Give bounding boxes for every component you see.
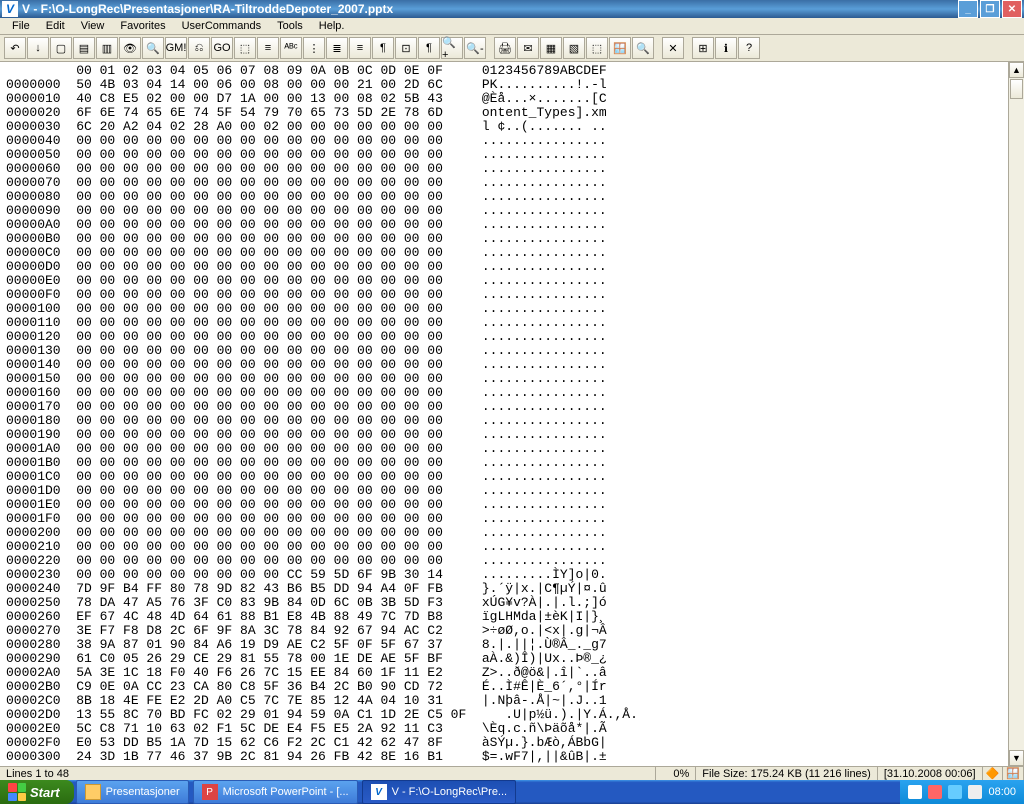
taskbar-task[interactable]: Presentasjoner [76,780,189,804]
toolbar-button-32[interactable]: ⊞ [692,37,714,59]
toolbar-button-1[interactable]: ↓ [27,37,49,59]
scroll-up-arrow-icon[interactable]: ▲ [1009,62,1024,78]
status-icon-a: 🔶 [983,767,1004,780]
toolbar-button-22[interactable]: 🖨 [494,37,516,59]
menu-help[interactable]: Help. [311,18,353,34]
toolbar-button-30[interactable]: ✕ [662,37,684,59]
menu-tools[interactable]: Tools [269,18,311,34]
toolbar-button-33[interactable]: ℹ [715,37,737,59]
toolbar-button-28[interactable]: 🔍 [632,37,654,59]
tray-icon[interactable] [968,785,982,799]
tray-icon[interactable] [928,785,942,799]
toolbar-button-15[interactable]: ≡ [349,37,371,59]
toolbar: ↶↓▢▤▥👁🔍GM!⎌GO⬚≡ᴬᴮᶜ⋮≣≡¶⊡¶🔍+🔍-🖨✉▦▧⬚🪟🔍✕⊞ℹ? [0,35,1024,62]
status-bar: Lines 1 to 48 0% File Size: 175.24 KB (1… [0,766,1024,780]
app-icon: V [2,1,18,17]
toolbar-button-27[interactable]: 🪟 [609,37,631,59]
toolbar-button-11[interactable]: ≡ [257,37,279,59]
toolbar-button-18[interactable]: ¶ [418,37,440,59]
vertical-scrollbar[interactable]: ▲ ▼ [1008,62,1024,766]
toolbar-button-6[interactable]: 🔍 [142,37,164,59]
toolbar-button-2[interactable]: ▢ [50,37,72,59]
toolbar-button-4[interactable]: ▥ [96,37,118,59]
status-icon-b: 🪟 [1003,767,1024,780]
task-label: V - F:\O-LongRec\Pre... [392,786,508,798]
window-title: V - F:\O-LongRec\Presentasjoner\RA-Tiltr… [22,2,958,16]
maximize-button[interactable]: ❐ [980,0,1000,18]
toolbar-button-9[interactable]: GO [211,37,233,59]
content-area: 00 01 02 03 04 05 06 07 08 09 0A 0B 0C 0… [0,62,1024,766]
toolbar-button-14[interactable]: ≣ [326,37,348,59]
scroll-track[interactable] [1009,78,1024,750]
toolbar-button-19[interactable]: 🔍+ [441,37,463,59]
status-datetime: [31.10.2008 00:06] [878,767,983,780]
toolbar-button-26[interactable]: ⬚ [586,37,608,59]
task-label: Presentasjoner [106,786,180,798]
toolbar-button-24[interactable]: ▦ [540,37,562,59]
toolbar-button-12[interactable]: ᴬᴮᶜ [280,37,302,59]
taskbar: Start Presentasjoner P Microsoft PowerPoin… [0,780,1024,804]
scroll-down-arrow-icon[interactable]: ▼ [1009,750,1024,766]
toolbar-button-23[interactable]: ✉ [517,37,539,59]
menu-file[interactable]: File [4,18,38,34]
toolbar-button-7[interactable]: GM! [165,37,187,59]
toolbar-button-5[interactable]: 👁 [119,37,141,59]
toolbar-button-13[interactable]: ⋮ [303,37,325,59]
menu-usercommands[interactable]: UserCommands [174,18,269,34]
toolbar-button-16[interactable]: ¶ [372,37,394,59]
folder-icon [85,784,101,800]
title-bar: V V - F:\O-LongRec\Presentasjoner\RA-Til… [0,0,1024,18]
status-lines: Lines 1 to 48 [0,767,656,780]
clock[interactable]: 08:00 [988,786,1016,798]
toolbar-button-20[interactable]: 🔍- [464,37,486,59]
toolbar-button-25[interactable]: ▧ [563,37,585,59]
start-label: Start [30,785,60,800]
hex-view[interactable]: 00 01 02 03 04 05 06 07 08 09 0A 0B 0C 0… [0,62,1008,766]
taskbar-task[interactable]: P Microsoft PowerPoint - [... [193,780,358,804]
toolbar-button-34[interactable]: ? [738,37,760,59]
tray-icon[interactable] [908,785,922,799]
status-filesize: File Size: 175.24 KB (11 216 lines) [696,767,878,780]
toolbar-button-3[interactable]: ▤ [73,37,95,59]
system-tray[interactable]: 08:00 [900,780,1024,804]
minimize-button[interactable]: _ [958,0,978,18]
scroll-thumb[interactable] [1010,79,1023,99]
menu-favorites[interactable]: Favorites [112,18,173,34]
menu-view[interactable]: View [73,18,113,34]
toolbar-button-0[interactable]: ↶ [4,37,26,59]
status-percent: 0% [656,767,696,780]
menu-edit[interactable]: Edit [38,18,73,34]
v-icon: V [371,784,387,800]
toolbar-button-10[interactable]: ⬚ [234,37,256,59]
close-button[interactable]: ✕ [1002,0,1022,18]
taskbar-task[interactable]: V V - F:\O-LongRec\Pre... [362,780,517,804]
tray-icon[interactable] [948,785,962,799]
windows-logo-icon [8,783,26,801]
start-button[interactable]: Start [0,780,74,804]
ppt-icon: P [202,784,218,800]
toolbar-button-8[interactable]: ⎌ [188,37,210,59]
task-label: Microsoft PowerPoint - [... [223,786,349,798]
toolbar-button-17[interactable]: ⊡ [395,37,417,59]
menu-bar: FileEditViewFavoritesUserCommandsToolsHe… [0,18,1024,35]
